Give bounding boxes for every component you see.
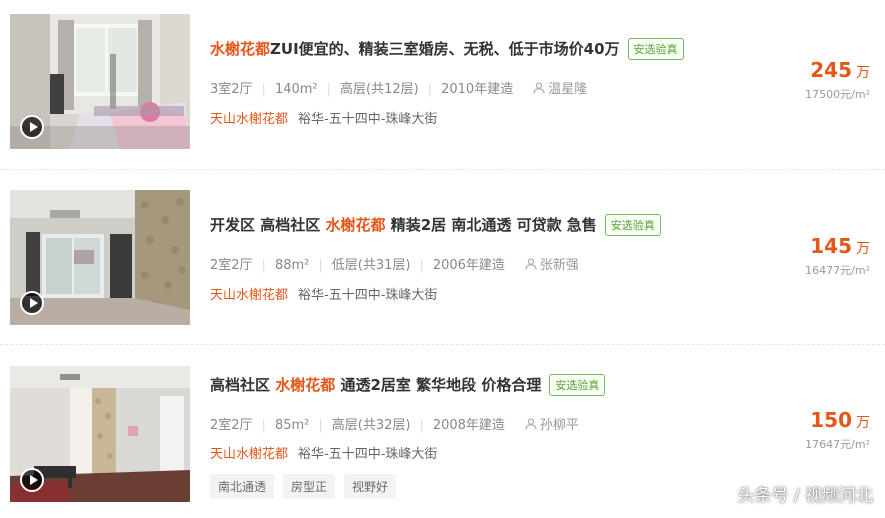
listing-title[interactable]: 水榭花都ZUI便宜的、精装三室婚房、无税、低于市场价40万 安选验真	[210, 38, 684, 60]
feature-tag: 房型正	[283, 474, 336, 499]
agent[interactable]: 温星隆	[533, 82, 587, 97]
price-block: 145 万 16477元/m²	[805, 234, 870, 278]
listing-title[interactable]: 高档社区 水榭花都 通透2居室 繁华地段 价格合理 安选验真	[210, 374, 606, 396]
price-block: 245 万 17500元/m²	[805, 58, 870, 102]
title-highlight: 水榭花都	[210, 40, 271, 58]
user-icon	[533, 82, 545, 94]
community-link[interactable]: 天山水榭花都	[210, 447, 288, 462]
listing-title[interactable]: 开发区 高档社区 水榭花都 精装2居 南北通透 可贷款 急售 安选验真	[210, 214, 661, 236]
area-text: 裕华-五十四中-珠峰大街	[298, 288, 438, 303]
price-total: 150	[810, 408, 852, 432]
floor-area: 88m²	[274, 258, 310, 273]
title-text: 精装2居 南北通透 可贷款 急售	[385, 216, 597, 234]
build-year: 2008年建造	[432, 418, 505, 433]
area-text: 裕华-五十四中-珠峰大街	[298, 112, 438, 127]
floor-area: 140m²	[274, 82, 318, 97]
price-total: 145	[810, 234, 852, 258]
agent[interactable]: 张新强	[525, 258, 579, 273]
title-text: 高档社区	[210, 376, 276, 394]
price-unit: 万	[856, 65, 870, 81]
verified-badge: 安选验真	[549, 374, 606, 396]
build-year: 2010年建造	[441, 82, 514, 97]
agent[interactable]: 孙柳平	[525, 418, 579, 433]
title-highlight: 水榭花都	[275, 376, 336, 394]
divider: |	[318, 418, 323, 433]
floor-area: 85m²	[274, 418, 310, 433]
room-layout: 2室2厅	[210, 418, 253, 433]
listing-location: 天山水榭花都 裕华-五十四中-珠峰大街	[210, 108, 437, 127]
title-text: 开发区 高档社区	[210, 216, 326, 234]
divider: |	[261, 418, 266, 433]
agent-name: 孙柳平	[539, 418, 579, 433]
divider: |	[427, 82, 433, 97]
listing-attributes: 2室2厅 | 88m² | 低层(共31层) | 2006年建造 张新强	[210, 254, 579, 273]
room-layout: 2室2厅	[210, 258, 253, 273]
listing-photo[interactable]	[10, 14, 190, 149]
listing-location: 天山水榭花都 裕华-五十四中-珠峰大街	[210, 443, 437, 462]
watermark: 头条号 / 视频河北	[737, 486, 873, 506]
user-icon	[525, 418, 537, 430]
floor-level: 高层(共32层)	[331, 418, 411, 433]
divider: |	[419, 258, 424, 273]
price-unit: 万	[856, 415, 870, 431]
price-per-sqm: 17500元/m²	[805, 88, 870, 101]
divider: |	[261, 258, 266, 273]
feature-tag: 南北通透	[210, 474, 275, 499]
user-icon	[525, 258, 537, 270]
feature-tag: 视野好	[344, 474, 397, 499]
feature-tags: 南北通透 房型正 视野好	[210, 474, 405, 499]
play-icon[interactable]	[20, 291, 44, 315]
price-per-sqm: 16477元/m²	[805, 264, 870, 277]
community-link[interactable]: 天山水榭花都	[210, 112, 288, 127]
verified-badge: 安选验真	[627, 38, 684, 60]
listing-photo[interactable]	[10, 366, 190, 502]
build-year: 2006年建造	[432, 258, 505, 273]
title-highlight: 水榭花都	[325, 216, 386, 234]
room-layout: 3室2厅	[210, 82, 253, 97]
divider: |	[326, 82, 332, 97]
listing-attributes: 2室2厅 | 85m² | 高层(共32层) | 2008年建造 孙柳平	[210, 414, 579, 433]
listing-card[interactable]: 开发区 高档社区 水榭花都 精装2居 南北通透 可贷款 急售 安选验真 2室2厅 |…	[0, 170, 885, 344]
floor-level: 高层(共12层)	[340, 82, 419, 97]
listing-attributes: 3室2厅 | 140m² | 高层(共12层) | 2010年建造 温星隆	[210, 78, 587, 97]
play-icon[interactable]	[20, 115, 44, 139]
title-text: ZUI便宜的、精装三室婚房、无税、低于市场价40万	[270, 40, 620, 58]
play-icon[interactable]	[20, 468, 44, 492]
price-block: 150 万 17647元/m²	[805, 408, 870, 452]
price-total: 245	[810, 58, 852, 82]
divider: |	[318, 258, 323, 273]
floor-level: 低层(共31层)	[331, 258, 411, 273]
agent-name: 温星隆	[548, 82, 588, 97]
divider: |	[261, 82, 266, 97]
agent-name: 张新强	[539, 258, 579, 273]
listing-photo[interactable]	[10, 190, 190, 325]
listing-location: 天山水榭花都 裕华-五十四中-珠峰大街	[210, 284, 437, 303]
price-unit: 万	[856, 241, 870, 257]
area-text: 裕华-五十四中-珠峰大街	[298, 447, 438, 462]
community-link[interactable]: 天山水榭花都	[210, 288, 288, 303]
listing-card[interactable]: 水榭花都ZUI便宜的、精装三室婚房、无税、低于市场价40万 安选验真 3室2厅 | 1…	[0, 0, 885, 170]
title-text: 通透2居室 繁华地段 价格合理	[335, 376, 542, 394]
divider: |	[419, 418, 424, 433]
verified-badge: 安选验真	[604, 214, 661, 236]
price-per-sqm: 17647元/m²	[805, 438, 870, 451]
